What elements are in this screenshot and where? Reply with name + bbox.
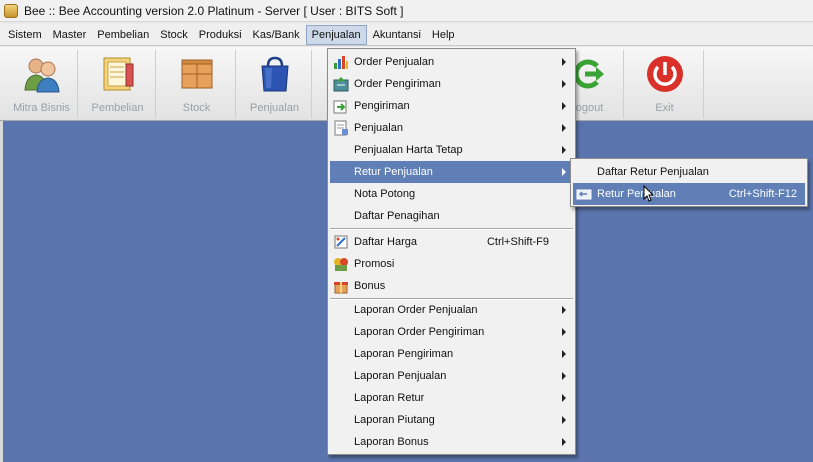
box-icon <box>177 54 217 94</box>
menu-help[interactable]: Help <box>427 25 460 45</box>
shipping-icon <box>333 98 349 114</box>
menu-item-bonus[interactable]: Bonus <box>330 275 573 297</box>
toolbar-label: Exit <box>655 102 674 114</box>
menu-item-laporan-order-pengiriman[interactable]: Laporan Order Pengiriman <box>330 321 573 343</box>
chart-icon <box>333 54 349 70</box>
menu-item-retur-penjualan[interactable]: Retur Penjualan <box>330 161 573 183</box>
submenu-arrow-icon <box>562 328 566 336</box>
notebook-icon <box>98 54 138 94</box>
return-icon <box>576 186 592 202</box>
app-icon <box>4 3 18 18</box>
toolbar-label: Penjualan <box>250 102 299 114</box>
menu-separator <box>330 228 573 230</box>
submenu-arrow-icon <box>562 146 566 154</box>
menu-item-promosi[interactable]: Promosi <box>330 253 573 275</box>
menu-item-penjualan-harta-tetap[interactable]: Penjualan Harta Tetap <box>330 139 573 161</box>
menu-item-daftar-retur-penjualan[interactable]: Daftar Retur Penjualan <box>573 161 805 183</box>
submenu-arrow-icon <box>562 306 566 314</box>
menu-penjualan[interactable]: Penjualan <box>305 24 367 45</box>
menu-pembelian[interactable]: Pembelian <box>92 25 154 45</box>
window-title: Bee :: Bee Accounting version 2.0 Platin… <box>24 3 404 18</box>
shortcut-label: Ctrl+Shift-F9 <box>486 236 549 248</box>
submenu-arrow-icon <box>562 102 566 110</box>
menu-item-laporan-piutang[interactable]: Laporan Piutang <box>330 409 573 431</box>
submenu-arrow-icon <box>562 80 566 88</box>
retur-penjualan-submenu: Daftar Retur Penjualan Retur Penjualan C… <box>570 158 808 207</box>
menu-item-penjualan[interactable]: Penjualan <box>330 117 573 139</box>
menu-item-daftar-penagihan[interactable]: Daftar Penagihan <box>330 205 573 227</box>
toolbar-button-pembelian[interactable]: Pembelian <box>80 50 156 118</box>
menu-item-order-penjualan[interactable]: Order Penjualan <box>330 51 573 73</box>
toolbar-button-exit[interactable]: Exit <box>626 50 704 118</box>
toolbar-button-penjualan[interactable]: Penjualan <box>238 50 312 118</box>
menu-stock[interactable]: Stock <box>155 25 193 45</box>
menu-akuntansi[interactable]: Akuntansi <box>368 25 426 45</box>
title-bar: Bee :: Bee Accounting version 2.0 Platin… <box>0 0 813 22</box>
invoice-icon <box>333 120 349 136</box>
submenu-arrow-icon <box>562 372 566 380</box>
menu-item-laporan-retur[interactable]: Laporan Retur <box>330 387 573 409</box>
menu-master[interactable]: Master <box>48 25 92 45</box>
power-icon <box>645 54 685 94</box>
menu-item-laporan-order-penjualan[interactable]: Laporan Order Penjualan <box>330 299 573 321</box>
menu-kas-bank[interactable]: Kas/Bank <box>248 25 305 45</box>
menu-item-retur-penjualan-form[interactable]: Retur Penjualan Ctrl+Shift-F12 <box>573 183 805 205</box>
menu-item-laporan-bonus[interactable]: Laporan Bonus <box>330 431 573 453</box>
bonus-icon <box>333 278 349 294</box>
submenu-arrow-icon <box>562 168 566 176</box>
toolbar-label: Mitra Bisnis <box>13 102 70 114</box>
promo-icon <box>333 256 349 272</box>
menu-sistem[interactable]: Sistem <box>3 25 47 45</box>
menu-item-pengiriman[interactable]: Pengiriman <box>330 95 573 117</box>
menu-item-nota-potong[interactable]: Nota Potong <box>330 183 573 205</box>
menu-item-laporan-penjualan[interactable]: Laporan Penjualan <box>330 365 573 387</box>
submenu-arrow-icon <box>562 124 566 132</box>
submenu-arrow-icon <box>562 394 566 402</box>
toolbar-button-stock[interactable]: Stock <box>158 50 236 118</box>
shopping-bag-icon <box>255 54 295 94</box>
users-icon <box>22 54 62 94</box>
submenu-arrow-icon <box>562 350 566 358</box>
toolbar-button-mitra-bisnis[interactable]: Mitra Bisnis <box>6 50 78 118</box>
menu-item-daftar-harga[interactable]: Daftar Harga Ctrl+Shift-F9 <box>330 231 573 253</box>
toolbar-label: Stock <box>182 102 211 114</box>
mouse-cursor-icon <box>643 184 655 206</box>
delivery-order-icon <box>333 76 349 92</box>
menu-item-laporan-pengiriman[interactable]: Laporan Pengiriman <box>330 343 573 365</box>
submenu-arrow-icon <box>562 416 566 424</box>
price-list-icon <box>333 234 349 250</box>
menu-produksi[interactable]: Produksi <box>194 25 247 45</box>
menu-item-order-pengiriman[interactable]: Order Pengiriman <box>330 73 573 95</box>
penjualan-dropdown-menu: Order Penjualan Order Pengiriman Pengiri… <box>327 48 576 455</box>
menu-bar: Sistem Master Pembelian Stock Produksi K… <box>0 24 813 46</box>
shortcut-label: Ctrl+Shift-F12 <box>728 188 797 200</box>
submenu-arrow-icon <box>562 58 566 66</box>
submenu-arrow-icon <box>562 438 566 446</box>
toolbar-label: Pembelian <box>91 102 144 114</box>
